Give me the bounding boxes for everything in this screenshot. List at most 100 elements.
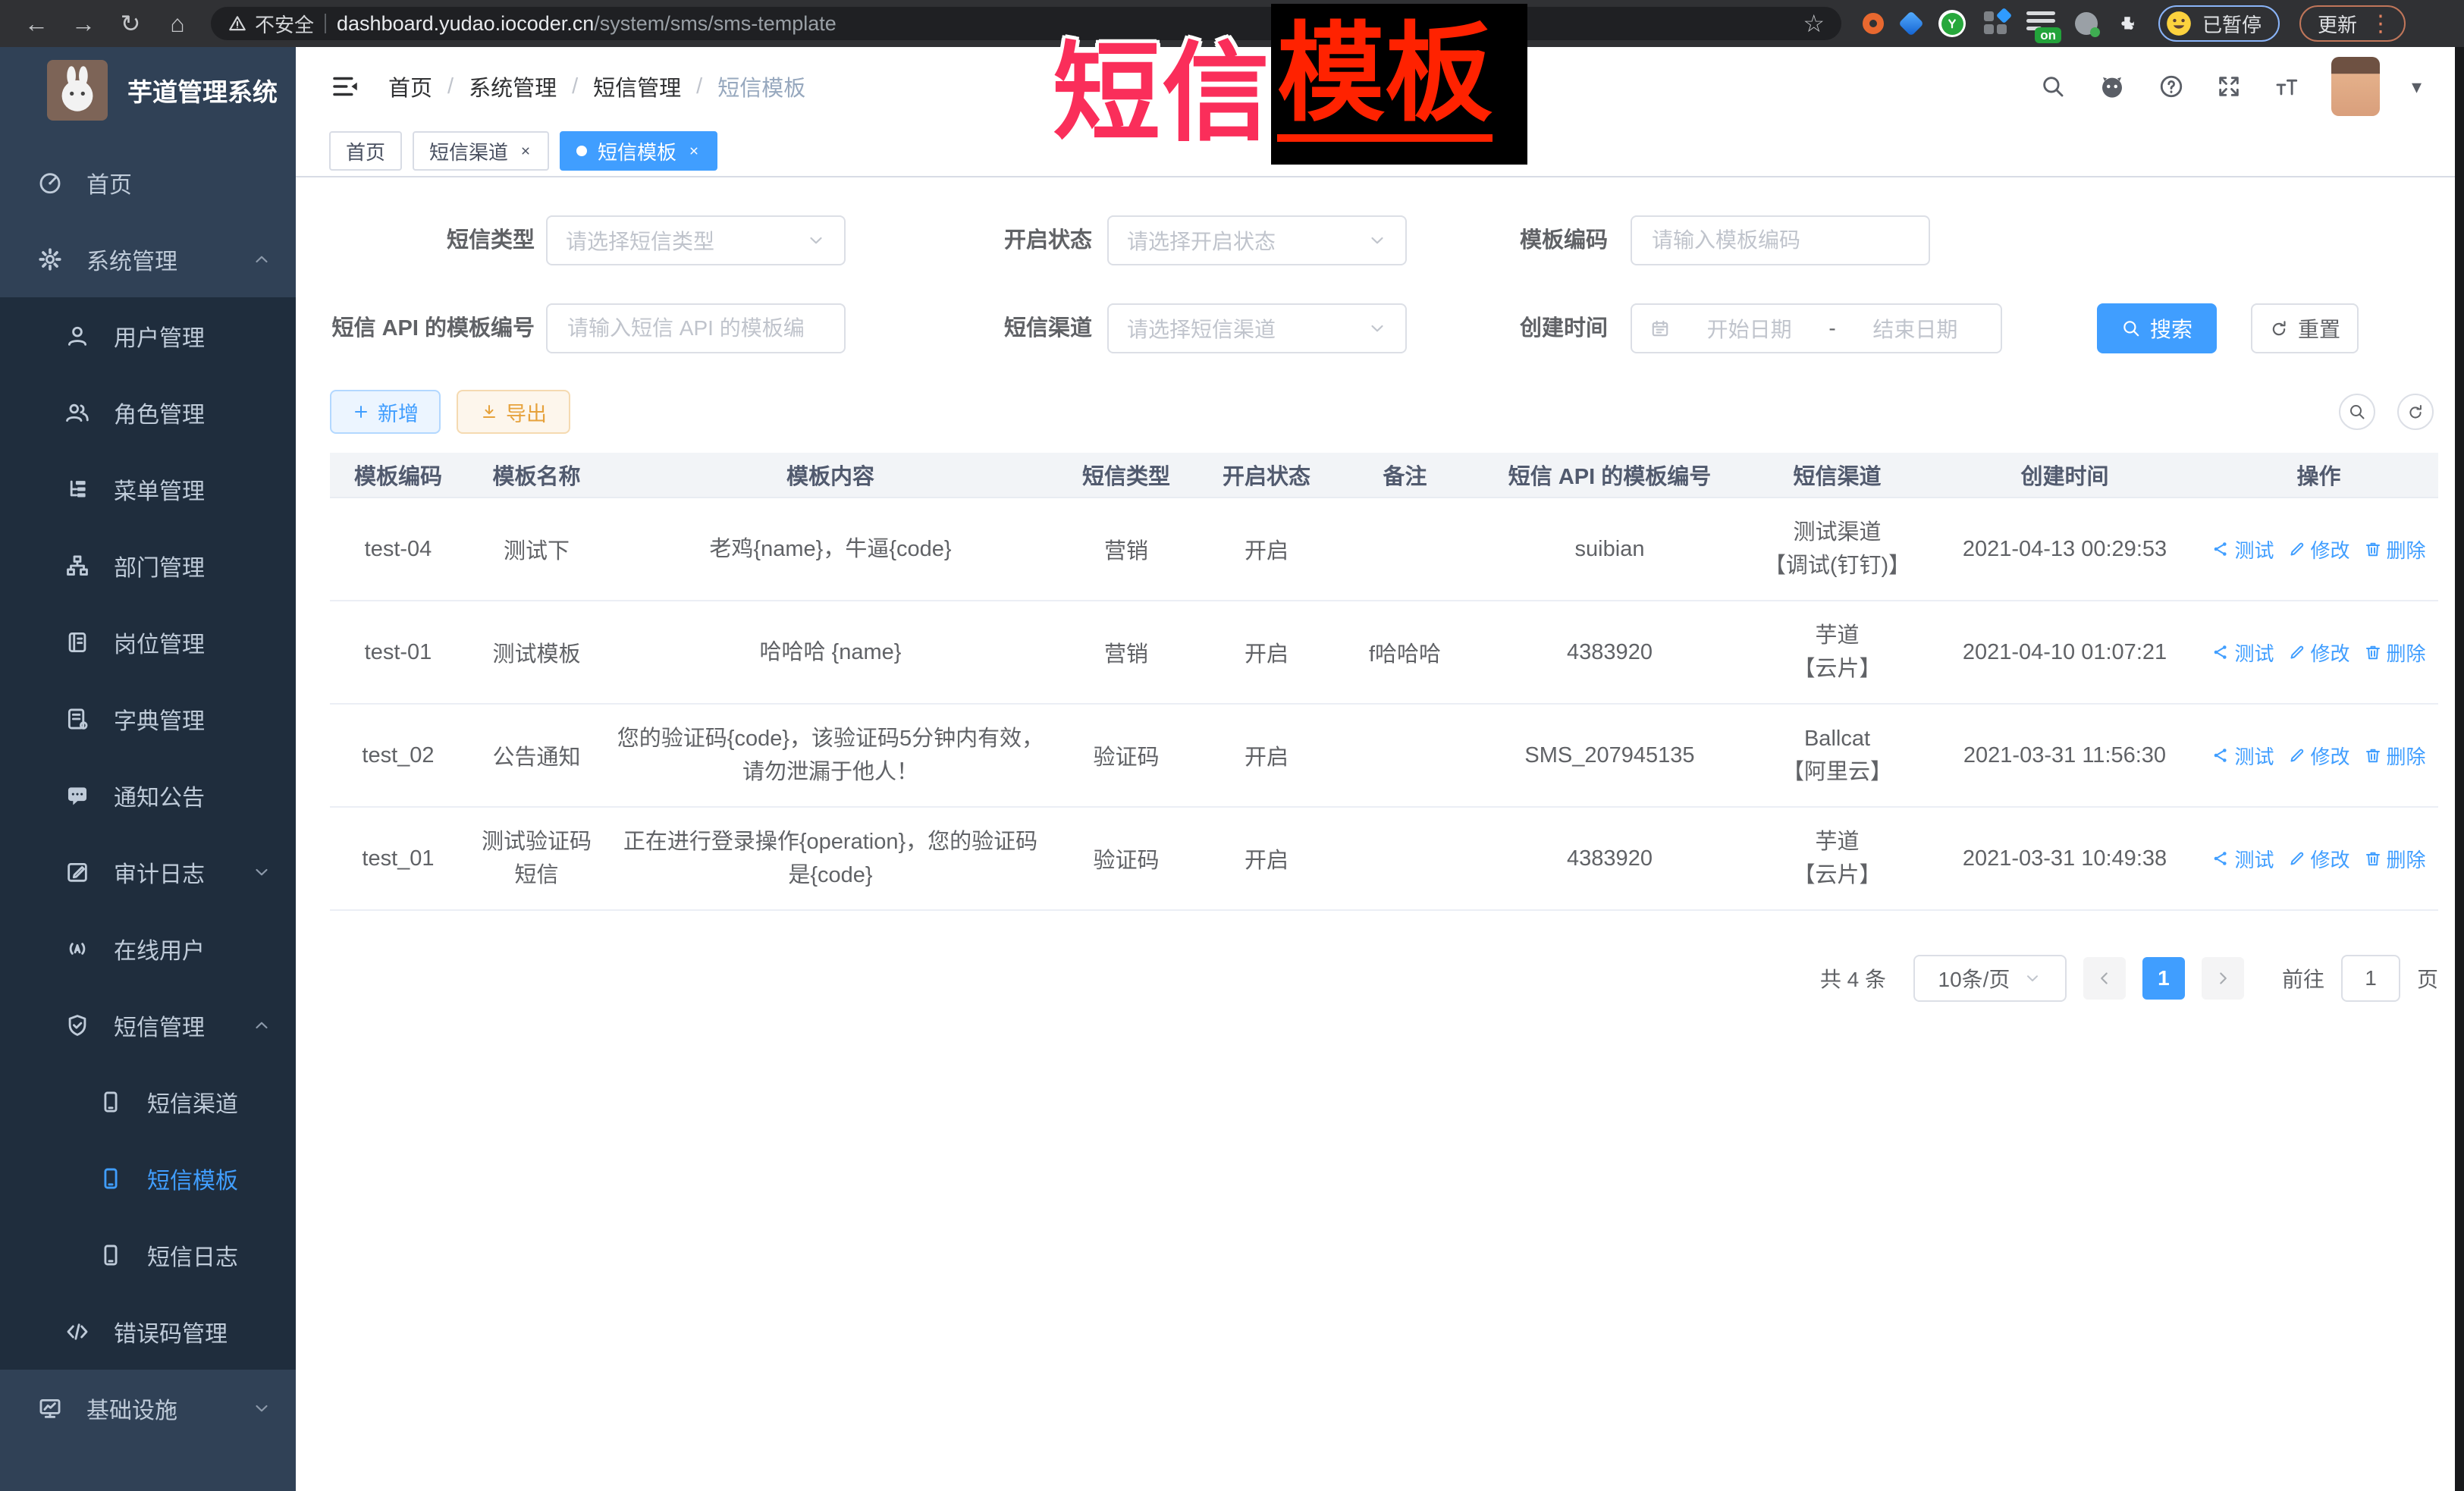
browser-back-icon[interactable]: ← (17, 6, 56, 41)
refresh-table-button[interactable] (2397, 394, 2434, 430)
sidebar-item-roles[interactable]: 角色管理 (0, 374, 296, 450)
tab-label: 短信渠道 (429, 137, 508, 165)
test-link[interactable]: 测试 (2211, 639, 2274, 667)
sms-channel-select[interactable]: 请选择短信渠道 (1107, 303, 1407, 353)
sidebar-item-menus[interactable]: 菜单管理 (0, 450, 296, 527)
edit-icon (2288, 746, 2306, 764)
edit-link[interactable]: 修改 (2288, 535, 2350, 563)
tab-home[interactable]: 首页 (329, 131, 402, 171)
extension-ring-icon[interactable] (1863, 13, 1884, 34)
cell-name: 公告通知 (466, 705, 607, 806)
sidebar-item-sms-log[interactable]: 短信日志 (0, 1216, 296, 1293)
delete-link[interactable]: 删除 (2364, 639, 2426, 667)
edit-link[interactable]: 修改 (2288, 742, 2350, 770)
prev-page-button[interactable] (2083, 957, 2126, 1000)
toggle-search-button[interactable] (2339, 394, 2375, 430)
security-indicator[interactable]: 不安全 (228, 10, 314, 38)
browser-menu-icon[interactable]: ⋮ (2369, 11, 2392, 37)
sidebar-item-online-users[interactable]: 在线用户 (0, 910, 296, 987)
sidebar-item-home[interactable]: 首页 (0, 144, 296, 221)
table-header-row: 模板编码 模板名称 模板内容 短信类型 开启状态 备注 短信 API 的模板编号… (330, 453, 2438, 498)
goto-page-input[interactable] (2343, 956, 2399, 1000)
test-link[interactable]: 测试 (2211, 742, 2274, 770)
sidebar-item-label: 系统管理 (86, 243, 177, 276)
fullscreen-icon[interactable] (2216, 74, 2242, 99)
api-template-id-label: 短信 API 的模板编号 (303, 303, 535, 353)
org-icon (64, 553, 90, 579)
open-status-select[interactable]: 请选择开启状态 (1107, 215, 1407, 265)
sidebar-item-positions[interactable]: 岗位管理 (0, 604, 296, 680)
sidebar-item-audit-log[interactable]: 审计日志 (0, 833, 296, 910)
extension-gem-icon[interactable] (1898, 11, 1924, 36)
sidebar-item-infrastructure[interactable]: 基础设施 (0, 1370, 296, 1446)
page-size-select[interactable]: 10条/页 (1913, 955, 2067, 1002)
breadcrumb-sms[interactable]: 短信管理 (593, 71, 681, 102)
next-page-button[interactable] (2202, 957, 2244, 1000)
sidebar-item-system[interactable]: 系统管理 (0, 221, 296, 297)
delete-link[interactable]: 删除 (2364, 535, 2426, 563)
browser-toolbar: ← → ↻ ⌂ 不安全 dashboard.yudao.iocoder.cn/s… (0, 0, 2464, 47)
sidebar-item-sms-channel[interactable]: 短信渠道 (0, 1063, 296, 1140)
extensions-puzzle-icon[interactable] (2116, 12, 2139, 35)
delete-link[interactable]: 删除 (2364, 845, 2426, 873)
page-1-button[interactable]: 1 (2142, 957, 2185, 1000)
col-header-code: 模板编码 (330, 453, 466, 497)
tab-sms-template[interactable]: 短信模板 (560, 131, 717, 171)
text-size-icon[interactable] (2274, 74, 2299, 99)
cell-actions: 测试 修改 删除 (2199, 808, 2438, 909)
close-icon[interactable] (687, 144, 701, 158)
browser-home-icon[interactable]: ⌂ (158, 6, 197, 41)
add-button[interactable]: 新增 (330, 390, 441, 434)
bookmark-star-icon[interactable]: ☆ (1803, 9, 1825, 38)
search-icon[interactable] (2040, 74, 2066, 99)
extension-avatar-icon[interactable] (2075, 12, 2098, 35)
sms-type-select[interactable]: 请选择短信类型 (546, 215, 846, 265)
browser-update-pill[interactable]: 更新 ⋮ (2299, 5, 2406, 42)
sidebar-item-notice[interactable]: 通知公告 (0, 757, 296, 833)
breadcrumb-home[interactable]: 首页 (388, 71, 432, 102)
extension-y-icon[interactable] (1938, 10, 1966, 37)
sidebar-item-users[interactable]: 用户管理 (0, 297, 296, 374)
breadcrumb: 首页 / 系统管理 / 短信管理 / 短信模板 (388, 71, 805, 102)
breadcrumb-system[interactable]: 系统管理 (469, 71, 557, 102)
delete-link[interactable]: 删除 (2364, 742, 2426, 770)
cell-content: 正在进行登录操作{operation}，您的验证码是{code} (607, 808, 1054, 909)
search-button[interactable]: 搜索 (2097, 303, 2217, 353)
user-avatar[interactable] (2331, 57, 2380, 116)
reset-button[interactable]: 重置 (2251, 303, 2359, 353)
create-time-range-picker[interactable]: 开始日期 - 结束日期 (1631, 303, 2002, 353)
caret-down-icon[interactable]: ▾ (2412, 75, 2422, 99)
api-template-id-input[interactable] (566, 315, 826, 341)
profile-paused-pill[interactable]: 已暂停 (2158, 5, 2280, 42)
sidebar-item-label: 短信管理 (114, 1009, 205, 1042)
template-code-input[interactable] (1650, 228, 1910, 253)
sidebar-item-sms-template[interactable]: 短信模板 (0, 1140, 296, 1216)
browser-reload-icon[interactable]: ↻ (111, 6, 150, 41)
hamburger-icon[interactable] (329, 71, 361, 102)
address-bar[interactable]: 不安全 dashboard.yudao.iocoder.cn/system/sm… (211, 7, 1841, 40)
extension-grid-icon[interactable] (1984, 11, 2008, 36)
test-link[interactable]: 测试 (2211, 845, 2274, 873)
edit-link[interactable]: 修改 (2288, 639, 2350, 667)
help-icon[interactable] (2158, 74, 2184, 99)
sidebar-logo[interactable]: 芋道管理系统 (0, 47, 296, 133)
tab-sms-channel[interactable]: 短信渠道 (413, 131, 549, 171)
sidebar-item-departments[interactable]: 部门管理 (0, 527, 296, 604)
sidebar-item-label: 通知公告 (114, 779, 205, 812)
test-link[interactable]: 测试 (2211, 535, 2274, 563)
sidebar-item-label: 角色管理 (114, 396, 205, 429)
cell-actions: 测试 修改 删除 (2199, 601, 2438, 703)
sidebar-item-dict[interactable]: 字典管理 (0, 680, 296, 757)
browser-forward-icon[interactable]: → (64, 6, 103, 41)
template-code-label: 模板编码 (1411, 215, 1608, 265)
security-label: 不安全 (255, 10, 314, 38)
close-icon[interactable] (519, 144, 532, 158)
edit-link[interactable]: 修改 (2288, 845, 2350, 873)
export-button[interactable]: 导出 (457, 390, 570, 434)
extension-list-icon[interactable]: on (2026, 10, 2057, 37)
users-icon (64, 400, 90, 425)
github-icon[interactable] (2098, 72, 2127, 101)
cell-content: 哈哈哈 {name} (607, 601, 1054, 703)
sidebar-item-error-codes[interactable]: 错误码管理 (0, 1293, 296, 1370)
sidebar-item-sms[interactable]: 短信管理 (0, 987, 296, 1063)
